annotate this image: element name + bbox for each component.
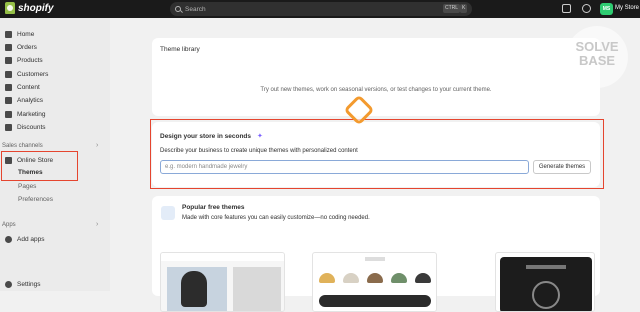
theme-library-hint: Try out new themes, work on seasonal ver… xyxy=(260,87,492,93)
sidebar-item-label: Marketing xyxy=(17,110,46,118)
sidebar-item-label: Orders xyxy=(17,43,37,51)
top-bar: shopify Search CTRL K MS My Store xyxy=(0,0,640,18)
apps-label: Apps xyxy=(2,222,16,228)
shortcut-ctrl: CTRL xyxy=(443,4,461,13)
sidebar-item-themes[interactable]: Themes xyxy=(18,169,43,176)
sidebar-item-home[interactable]: Home xyxy=(5,28,34,40)
sidebar-item-label: Settings xyxy=(17,280,41,288)
theme-library-title: Theme library xyxy=(160,46,200,53)
sidebar-item-label: Home xyxy=(17,30,35,38)
watermark-logo: SOLVE BASE xyxy=(566,26,628,88)
store-name[interactable]: My Store xyxy=(615,5,639,11)
avatar[interactable]: MS xyxy=(600,3,613,15)
popular-themes-card: Popular free themes Made with core featu… xyxy=(152,196,600,312)
content-icon xyxy=(5,83,12,91)
theme-icon xyxy=(161,206,175,220)
sidebar-item-customers[interactable]: Customers xyxy=(5,68,48,80)
chevron-right-icon[interactable]: › xyxy=(96,221,98,228)
popular-title: Popular free themes xyxy=(182,204,245,211)
sidebar-item-label: Online Store xyxy=(17,156,54,164)
search-placeholder: Search xyxy=(185,5,206,13)
target-icon xyxy=(5,110,12,118)
sidebar-item-pages[interactable]: Pages xyxy=(18,183,36,190)
sidebar-item-label: Customers xyxy=(17,70,49,78)
watermark-line-1: SOLVE xyxy=(575,39,619,54)
sales-channels-label: Sales channels xyxy=(2,143,43,149)
sidebar-item-online-store[interactable]: Online Store xyxy=(5,154,53,166)
theme-preview-3[interactable] xyxy=(495,252,595,312)
sidebar-item-discounts[interactable]: Discounts xyxy=(5,121,46,133)
store-icon xyxy=(5,156,12,164)
tag-icon xyxy=(5,56,12,64)
sidebar-item-add-apps[interactable]: Add apps xyxy=(5,233,44,245)
search-input[interactable]: Search CTRL K xyxy=(170,2,472,16)
sidebar-item-label: Discounts xyxy=(17,123,46,131)
analytics-icon xyxy=(5,96,12,104)
sidebar-item-marketing[interactable]: Marketing xyxy=(5,108,46,120)
sidebar-item-label: Content xyxy=(17,83,40,91)
notifications-icon[interactable] xyxy=(582,4,591,13)
sidebar-item-products[interactable]: Products xyxy=(5,54,43,66)
discount-icon xyxy=(5,123,12,131)
theme-preview-1[interactable] xyxy=(160,252,285,312)
plus-circle-icon xyxy=(5,235,12,243)
sidebar: Home Orders Products Customers Content A… xyxy=(0,18,110,291)
sidebar-item-settings[interactable]: Settings xyxy=(5,278,41,290)
shortcut-k: K xyxy=(460,4,468,13)
brand-name: shopify xyxy=(18,2,54,14)
sidebar-item-preferences[interactable]: Preferences xyxy=(18,196,53,203)
sidebar-item-orders[interactable]: Orders xyxy=(5,41,37,53)
chevron-right-icon[interactable]: › xyxy=(96,142,98,149)
inbox-icon[interactable] xyxy=(562,4,571,13)
sidebar-item-label: Products xyxy=(17,56,43,64)
sidebar-item-content[interactable]: Content xyxy=(5,81,40,93)
highlight-box-design xyxy=(150,119,604,189)
shopify-bag-icon xyxy=(5,2,15,14)
theme-preview-2[interactable] xyxy=(312,252,437,312)
sidebar-item-label: Add apps xyxy=(17,235,45,243)
shopify-logo[interactable]: shopify xyxy=(5,2,54,14)
popular-description: Made with core features you can easily c… xyxy=(182,215,370,221)
watermark-line-2: BASE xyxy=(578,53,616,68)
main-content: Theme library Try out new themes, work o… xyxy=(110,18,640,312)
theme-library-card: Theme library Try out new themes, work o… xyxy=(152,38,600,116)
home-icon xyxy=(5,30,12,38)
search-icon xyxy=(175,6,181,12)
gear-icon xyxy=(5,280,12,288)
orders-icon xyxy=(5,43,12,51)
sidebar-item-label: Analytics xyxy=(17,96,44,104)
person-icon xyxy=(5,70,12,78)
sidebar-item-analytics[interactable]: Analytics xyxy=(5,94,43,106)
